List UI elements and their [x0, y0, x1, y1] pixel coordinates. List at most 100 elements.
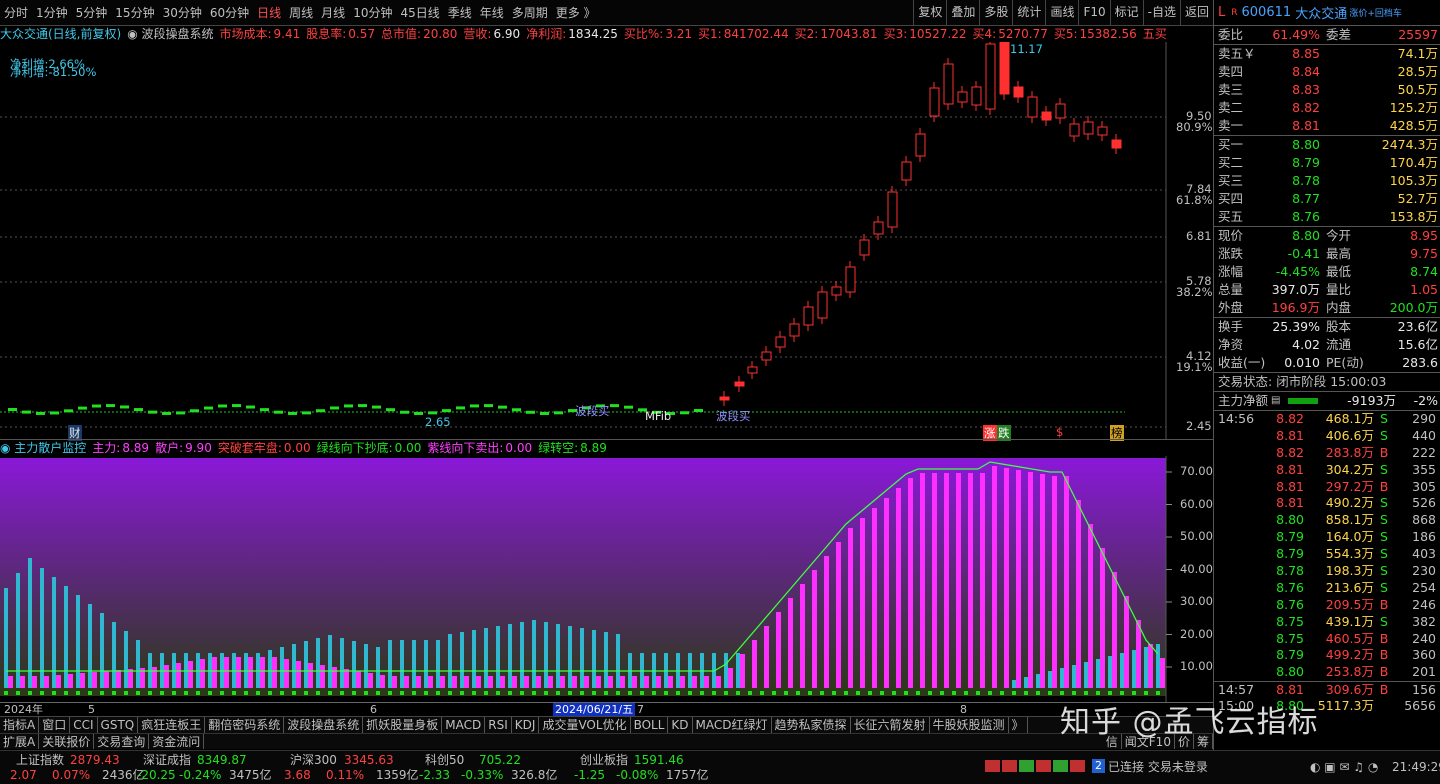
index-name[interactable]: 上证指数 — [16, 752, 64, 768]
list-icon[interactable]: ▤ — [1271, 392, 1280, 410]
indicator-tab[interactable]: KD — [668, 717, 693, 733]
indicator-tab[interactable]: 波段操盘系统 — [284, 717, 364, 733]
indicator-tab[interactable]: 》 — [1009, 717, 1028, 733]
toolbar-button[interactable]: 叠加 — [946, 0, 979, 25]
toolbar-button[interactable]: -自选 — [1142, 0, 1180, 25]
indicator-tab[interactable]: KDJ — [512, 717, 540, 733]
period-tab[interactable]: 年线 — [476, 4, 508, 21]
dollar-marker[interactable]: $ — [1056, 425, 1063, 439]
period-tab[interactable]: 1分钟 — [32, 4, 72, 21]
indicator-tab[interactable]: MACD — [442, 717, 486, 733]
retail-bar — [76, 595, 80, 688]
toolbar-button[interactable]: F10 — [1078, 0, 1109, 25]
signal-dot — [916, 691, 920, 695]
index-name[interactable]: 沪深300 — [290, 752, 337, 768]
tick-row: 8.75 439.1万 S 382 — [1214, 614, 1440, 631]
period-tab[interactable]: 10分钟 — [349, 4, 396, 21]
indicator-tab[interactable]: 成交量VOL优化 — [539, 717, 631, 733]
period-tab[interactable]: 季线 — [444, 4, 476, 21]
order-level: 卖三 8.83 50.5万 — [1214, 81, 1440, 99]
tick-list[interactable]: 14:56 8.82 468.1万 S 290 8.81 406.6万 S 440 8.82 283… — [1214, 411, 1440, 715]
indicator-tab[interactable]: 牛股妖股监测 — [930, 717, 1009, 733]
index-amount: 3475亿 — [229, 768, 272, 782]
signal-dot — [676, 691, 680, 695]
candle — [540, 411, 549, 415]
toolbar-button[interactable]: 复权 — [913, 0, 946, 25]
toolbar-button[interactable]: 返回 — [1179, 0, 1213, 25]
tick-time: 14:57 — [1218, 682, 1255, 698]
period-tab[interactable]: 60分钟 — [206, 4, 253, 21]
period-tab[interactable]: 更多 》 — [552, 4, 600, 21]
tick-flag: B — [1379, 444, 1389, 460]
toolbar-button[interactable]: 标记 — [1109, 0, 1143, 25]
stat-row: 涨跌 -0.41 最高 9.75 — [1214, 245, 1440, 263]
indicator-text: ◉ 波段操盘系统 — [127, 27, 214, 41]
indicator-tab[interactable]: RSI — [485, 717, 512, 733]
main-force-bar — [644, 676, 649, 688]
candle — [901, 161, 912, 181]
candle — [372, 405, 381, 409]
indicator-tab[interactable]: 长征六箭发射 — [851, 717, 930, 733]
index-name[interactable]: 深证成指 — [143, 752, 191, 768]
indicator-tab[interactable]: 窗口 — [39, 717, 71, 733]
indicator-tab[interactable]: 抓妖股量身板 — [363, 717, 443, 733]
monitor-scale-value: 60.00 — [1180, 496, 1213, 511]
signal-dot — [1048, 691, 1052, 695]
toolbar-button[interactable]: 统计 — [1012, 0, 1045, 25]
indicator-text: 3.21 — [665, 27, 693, 41]
main-force-bar — [896, 488, 901, 688]
sell-levels: 卖五￥ 8.85 74.1万 卖四 8.84 28.5万 卖三 8.83 50.5万 卖二 8.82… — [1214, 45, 1440, 135]
signal-dot — [484, 691, 488, 695]
extension-tab[interactable]: 资金流问 — [149, 734, 205, 749]
tick-flag: S — [1380, 613, 1388, 629]
kline-chart[interactable]: 净利增:2.66% 净利增:-81.50% 11.17 2.65 波段买 波段买… — [0, 36, 1213, 441]
indicator-tab[interactable]: MACD红绿灯 — [693, 717, 772, 733]
candle — [246, 405, 255, 409]
period-tab[interactable]: 45日线 — [396, 4, 443, 21]
indicator-tab[interactable]: 趋势私家债探 — [772, 717, 851, 733]
period-tab[interactable]: 15分钟 — [111, 4, 158, 21]
period-tab[interactable]: 分时 — [0, 4, 32, 21]
level-price: 8.76 — [1292, 209, 1320, 224]
stock-sub: 涨价+回档车 — [1349, 9, 1402, 19]
stock-header: L R 600611 大众交通 涨价+回档车 — [1214, 0, 1440, 26]
stat-row: 换手 25.39% 股本 23.6亿 — [1214, 318, 1440, 336]
period-tab[interactable]: 30分钟 — [159, 4, 206, 21]
extension-tab[interactable]: 关联报价 — [39, 734, 95, 749]
main-retail-monitor-chart[interactable]: 70.00 60.00 50.00 40.00 30.00 20.00 10.00 — [0, 456, 1213, 702]
period-tab[interactable]: 5分钟 — [72, 4, 112, 21]
indicator-tab[interactable]: BOLL — [631, 717, 669, 733]
toolbar-icons[interactable]: ◐ ▣ ✉ ♫ ◔ — [1310, 759, 1378, 775]
extension-tab[interactable]: 扩展A — [0, 734, 40, 749]
connection-count-badge[interactable]: 2 — [1092, 759, 1105, 773]
candle — [957, 91, 968, 103]
index-name[interactable]: 科创50 — [425, 752, 464, 768]
indicator-tab[interactable]: GSTQ — [98, 717, 139, 733]
period-tab[interactable]: 多周期 — [508, 4, 552, 21]
level-label: 买一 — [1218, 137, 1244, 152]
axis-month-8: 8 — [960, 703, 967, 716]
toolbar-button[interactable]: 画线 — [1045, 0, 1078, 25]
level-price: 8.78 — [1292, 173, 1320, 188]
extension-tab[interactable]: 交易查询 — [94, 734, 150, 749]
indicator-tab[interactable]: 翻倍密码系统 — [205, 717, 285, 733]
period-tab[interactable]: 周线 — [285, 4, 317, 21]
period-tab[interactable]: 月线 — [317, 4, 349, 21]
fib-scale-pct: 19.1% — [1176, 360, 1213, 374]
toolbar-button[interactable]: 多股 — [979, 0, 1012, 25]
indicator-tab[interactable]: 疯狂连板王 — [138, 717, 206, 733]
main-force-bar — [1052, 476, 1057, 688]
trade-status-label: 交易状态: — [1218, 374, 1273, 389]
main-force-bar — [248, 657, 253, 688]
candle — [1097, 126, 1108, 136]
main-force-bar — [548, 676, 553, 688]
index-name[interactable]: 创业板指 — [580, 752, 628, 768]
tick-price: 8.81 — [1276, 495, 1304, 511]
candle — [428, 411, 437, 415]
connection-status[interactable]: 已连接 交易未登录 — [1108, 759, 1208, 775]
main-force-bar — [944, 473, 949, 688]
stat-value: 397.0万 — [1271, 282, 1320, 297]
period-tab[interactable]: 日线 — [253, 4, 285, 21]
indicator-tab[interactable]: CCI — [70, 717, 98, 733]
indicator-tab[interactable]: 指标A — [0, 717, 40, 733]
